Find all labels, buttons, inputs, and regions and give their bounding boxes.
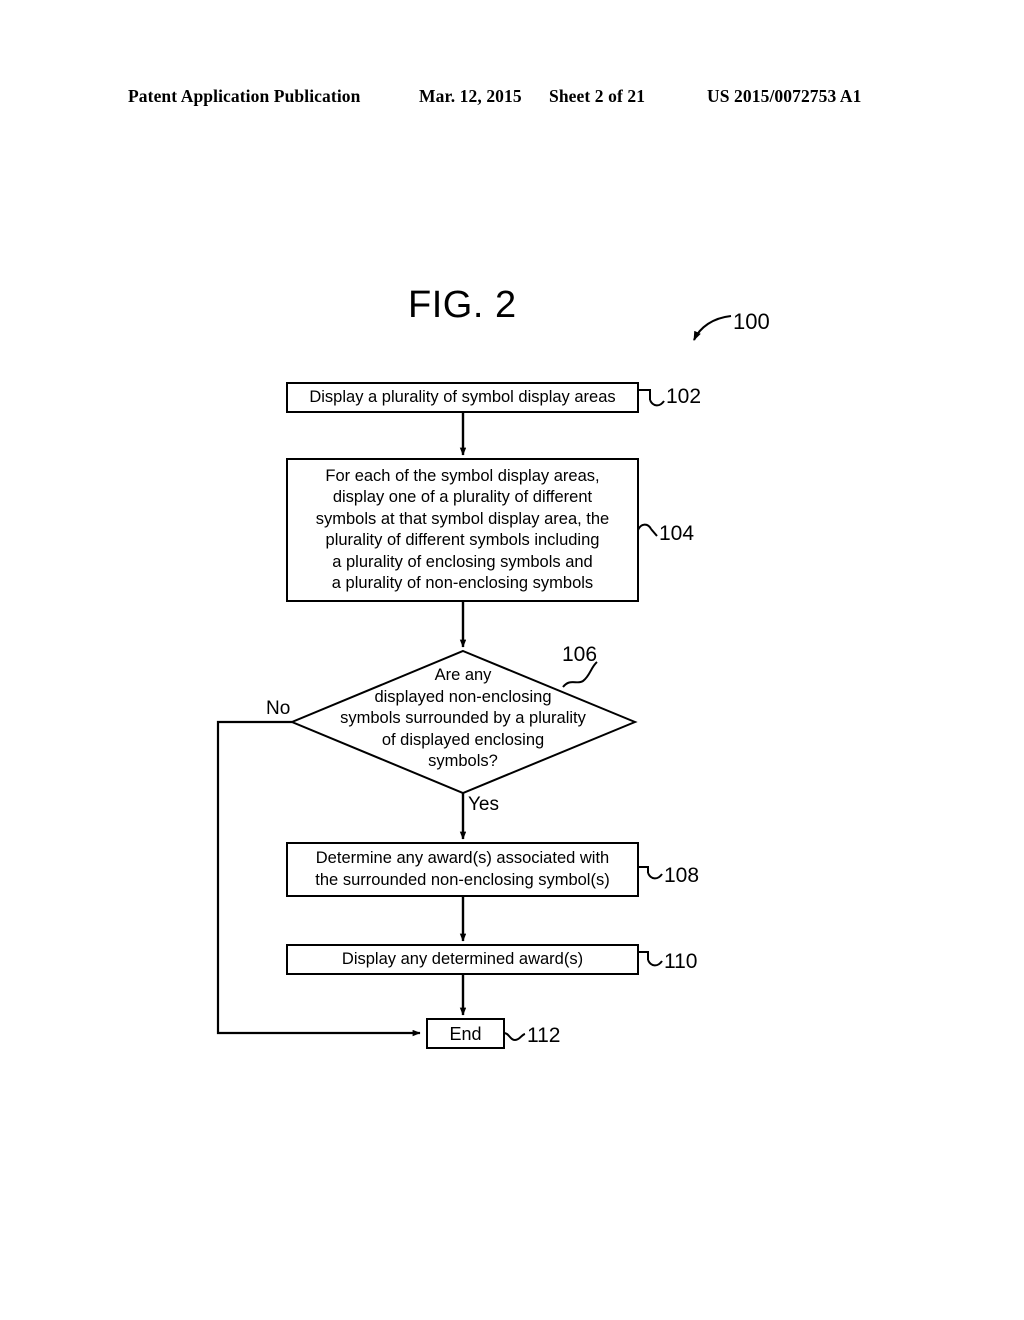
decision-diamond-106-label: Are any displayed non-enclosing symbols … xyxy=(340,666,586,770)
ref-number-104: 104 xyxy=(659,522,695,545)
ref-leader-102-squiggle xyxy=(649,399,665,407)
ref-leader-104-tail xyxy=(650,528,658,537)
ref-leader-102-tick xyxy=(638,389,651,400)
ref-leader-112-squiggle xyxy=(503,1032,526,1042)
ref-number-110: 110 xyxy=(664,950,698,973)
branch-label-yes: Yes xyxy=(468,794,499,815)
patent-page: Patent Application Publication Mar. 12, … xyxy=(0,0,1024,1320)
terminator-box-112-label: End xyxy=(449,1024,482,1044)
process-box-104-label: For each of the symbol display areas, di… xyxy=(315,466,610,593)
ref-number-108: 108 xyxy=(664,864,700,887)
process-box-108-label: Determine any award(s) associated with t… xyxy=(315,849,610,889)
ref-leader-108-squiggle xyxy=(647,872,663,880)
ref-leader-108-tick xyxy=(638,866,649,873)
process-box-110-label: Display any determined award(s) xyxy=(341,949,584,968)
ref-number-106: 106 xyxy=(562,643,598,666)
diagram-ref-number-100: 100 xyxy=(733,309,770,334)
ref-number-102: 102 xyxy=(666,385,702,408)
ref-leader-104-squiggle xyxy=(637,523,652,531)
flowchart-diagram xyxy=(216,314,732,1049)
ref-number-112: 112 xyxy=(527,1024,561,1047)
diagram-ref-leader-100 xyxy=(693,314,732,341)
process-box-102-label: Display a plurality of symbol display ar… xyxy=(309,387,616,406)
ref-leader-110-tick xyxy=(638,951,649,960)
branch-label-no: No xyxy=(266,698,291,719)
ref-leader-110-squiggle xyxy=(647,959,663,967)
